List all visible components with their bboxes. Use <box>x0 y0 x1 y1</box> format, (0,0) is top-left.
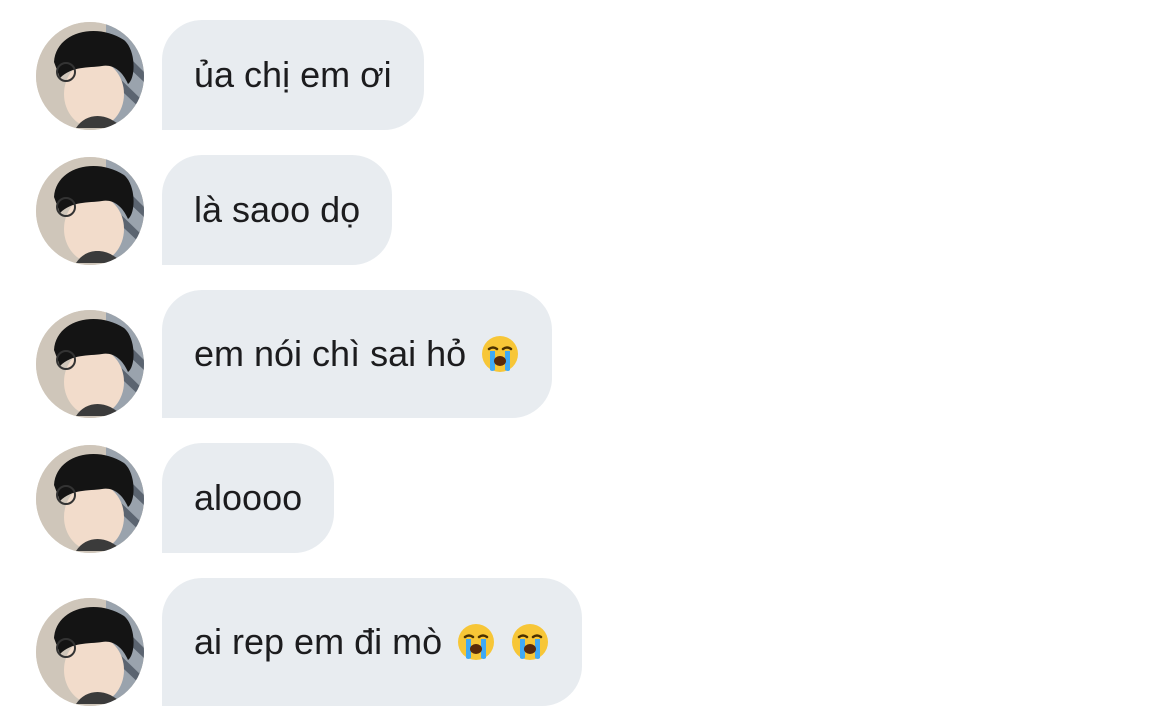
avatar[interactable] <box>36 157 144 265</box>
message-bubble[interactable]: ai rep em đi mò <box>162 578 583 706</box>
avatar-photo-icon <box>36 157 144 265</box>
message-row: aloooo <box>0 443 1170 553</box>
message-row: em nói chì sai hỏ <box>0 290 1170 418</box>
message-row: ai rep em đi mò <box>0 578 1170 706</box>
avatar-photo-icon <box>36 598 144 706</box>
message-text: ủa chị em ơi <box>194 54 392 95</box>
message-bubble[interactable]: ủa chị em ơi <box>162 20 424 130</box>
crying-face-emoji <box>456 622 496 662</box>
message-bubble[interactable]: aloooo <box>162 443 335 553</box>
crying-face-emoji <box>480 334 520 374</box>
avatar[interactable] <box>36 310 144 418</box>
avatar[interactable] <box>36 598 144 706</box>
avatar[interactable] <box>36 22 144 130</box>
message-row: là saoo dọ <box>0 155 1170 265</box>
crying-face-emoji <box>510 622 550 662</box>
message-text: là saoo dọ <box>194 189 361 230</box>
message-row: ủa chị em ơi <box>0 20 1170 130</box>
avatar-photo-icon <box>36 22 144 130</box>
message-text: em nói chì sai hỏ <box>194 333 467 374</box>
message-bubble[interactable]: là saoo dọ <box>162 155 393 265</box>
message-bubble[interactable]: em nói chì sai hỏ <box>162 290 553 418</box>
avatar[interactable] <box>36 445 144 553</box>
message-text: aloooo <box>194 477 303 518</box>
avatar-photo-icon <box>36 445 144 553</box>
message-text: ai rep em đi mò <box>194 621 443 662</box>
chat-thread: ủa chị em ơi là saoo dọ em nói chì sai h… <box>0 0 1170 714</box>
avatar-photo-icon <box>36 310 144 418</box>
